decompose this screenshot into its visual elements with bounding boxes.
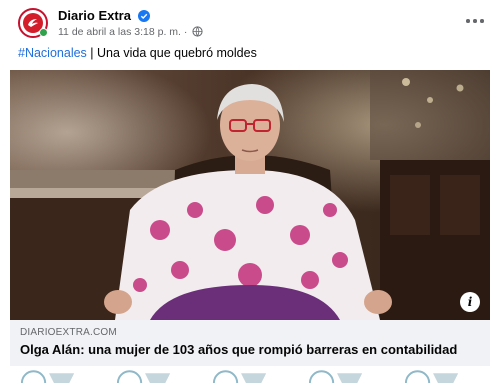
watermark-logo-icon (308, 370, 363, 383)
watermark-logo-icon (20, 370, 75, 383)
page-name-link[interactable]: Diario Extra (58, 8, 150, 23)
link-domain: DIARIOEXTRA.COM (20, 327, 117, 338)
verified-badge-icon (137, 10, 150, 22)
watermark-logo-icon (212, 370, 267, 383)
online-status-dot (39, 28, 48, 37)
post-timestamp[interactable]: 11 de abril a las 3:18 p. m. · (58, 26, 203, 38)
watermark-logo-icon (404, 370, 459, 383)
link-preview-image[interactable]: i (10, 70, 490, 320)
portrait-photo (10, 70, 490, 320)
post-header: Diario Extra 11 de abril a las 3:18 p. m… (18, 6, 488, 42)
globe-icon (192, 26, 203, 37)
more-options-icon[interactable] (462, 12, 488, 30)
link-preview-meta[interactable]: DIARIOEXTRA.COM Olga Alán: una mujer de … (10, 320, 490, 366)
separator-dot: · (183, 26, 191, 38)
caption-text: | Una vida que quebró moldes (86, 46, 257, 60)
timestamp-text: 11 de abril a las 3:18 p. m. (58, 26, 181, 38)
link-headline: Olga Alán: una mujer de 103 años que rom… (20, 342, 458, 357)
hashtag-link[interactable]: #Nacionales (18, 46, 87, 60)
post-caption: #Nacionales | Una vida que quebró moldes (18, 46, 257, 60)
page-name-text: Diario Extra (58, 8, 131, 23)
watermark-logo-icon (116, 370, 171, 383)
logo-strip (0, 368, 500, 383)
info-icon[interactable]: i (460, 292, 480, 312)
